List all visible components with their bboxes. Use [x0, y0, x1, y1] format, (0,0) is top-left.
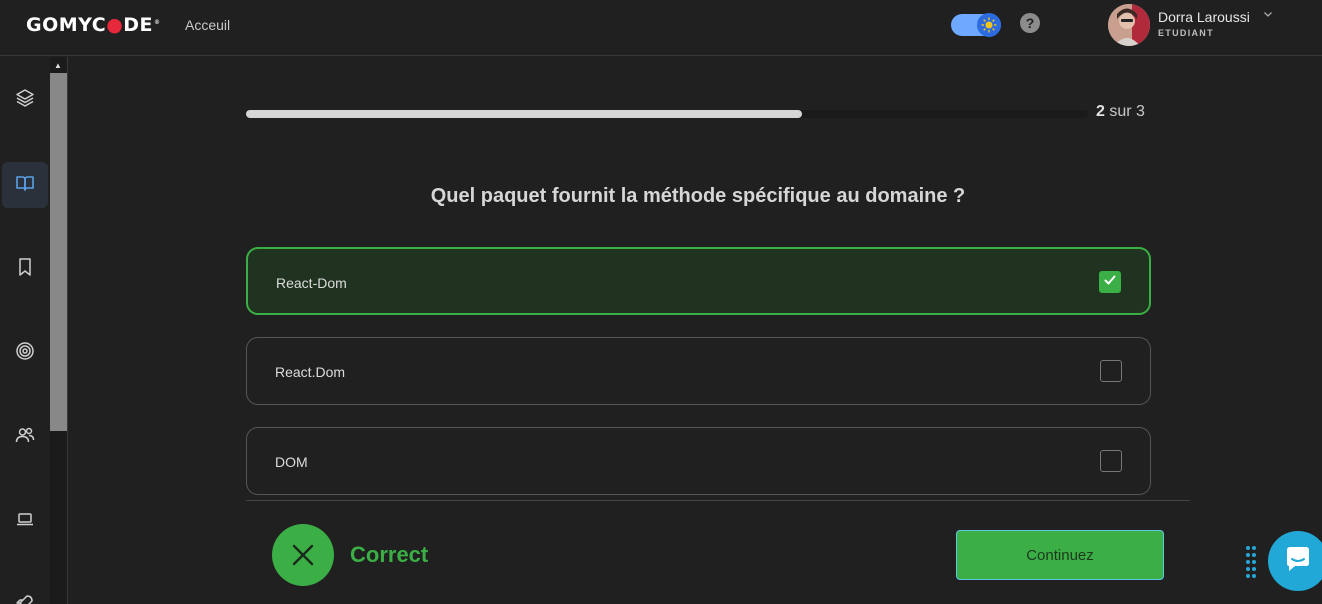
chat-button[interactable] [1268, 531, 1322, 591]
answer-option-1[interactable]: React-Dom [246, 247, 1151, 315]
answer-option-3[interactable]: DOM [246, 427, 1151, 495]
quiz-progress-bar [246, 110, 1088, 118]
users-icon [15, 425, 35, 450]
help-icon[interactable]: ? [1020, 13, 1040, 33]
sidebar: ▲ [0, 57, 68, 604]
user-name: Dorra Laroussi [1158, 9, 1250, 25]
answer-option-2[interactable]: React.Dom [246, 337, 1151, 405]
answer-checkbox[interactable] [1100, 360, 1122, 382]
gomycode-logo[interactable]: GOMYC●DE® [26, 14, 161, 36]
laptop-icon [15, 509, 35, 534]
theme-toggle[interactable] [951, 13, 1001, 37]
check-icon [1103, 273, 1117, 292]
answer-label: DOM [275, 454, 308, 470]
sidebar-scrollbar[interactable]: ▲ [50, 57, 67, 604]
user-profile-menu[interactable]: Dorra Laroussi ETUDIANT [1108, 4, 1288, 48]
sun-icon [977, 13, 1001, 37]
scroll-up-icon[interactable]: ▲ [54, 61, 62, 70]
book-open-icon [15, 173, 35, 198]
nav-home-link[interactable]: Acceuil [185, 17, 230, 33]
layers-icon [15, 88, 35, 113]
footer-divider [246, 500, 1190, 501]
target-icon [15, 341, 35, 366]
top-bar: GOMYC●DE® Acceuil ? Dorra Laroussi ETUDI… [0, 0, 1322, 56]
question-text: Quel paquet fournit la méthode spécifiqu… [430, 185, 966, 207]
sidebar-item-workspace[interactable] [2, 498, 48, 544]
sidebar-item-community[interactable] [2, 414, 48, 460]
sidebar-item-bookmarks[interactable] [2, 246, 48, 292]
avatar [1108, 4, 1150, 46]
sidebar-item-launch[interactable] [2, 582, 48, 604]
answer-label: React.Dom [275, 364, 346, 380]
sidebar-item-courses[interactable] [2, 77, 48, 123]
answer-label: React-Dom [276, 275, 347, 291]
chat-icon [1283, 544, 1313, 579]
rocket-icon [15, 593, 35, 604]
answer-checkbox[interactable] [1100, 450, 1122, 472]
result-status: Correct [350, 542, 429, 567]
drag-handle-icon[interactable] [1246, 546, 1258, 578]
answer-checkbox[interactable] [1099, 271, 1121, 293]
chevron-down-icon [1263, 9, 1273, 22]
sidebar-item-goals[interactable] [2, 330, 48, 376]
user-role: ETUDIANT [1158, 28, 1214, 38]
sidebar-item-learn[interactable] [2, 162, 48, 208]
scrollbar-thumb[interactable] [50, 73, 67, 431]
continue-button[interactable]: Continuez [956, 530, 1164, 580]
quiz-progress-fill [246, 110, 802, 118]
quiz-progress-label: 2 sur 3 [1096, 103, 1145, 120]
bookmark-icon [15, 257, 35, 282]
close-icon [272, 524, 334, 586]
